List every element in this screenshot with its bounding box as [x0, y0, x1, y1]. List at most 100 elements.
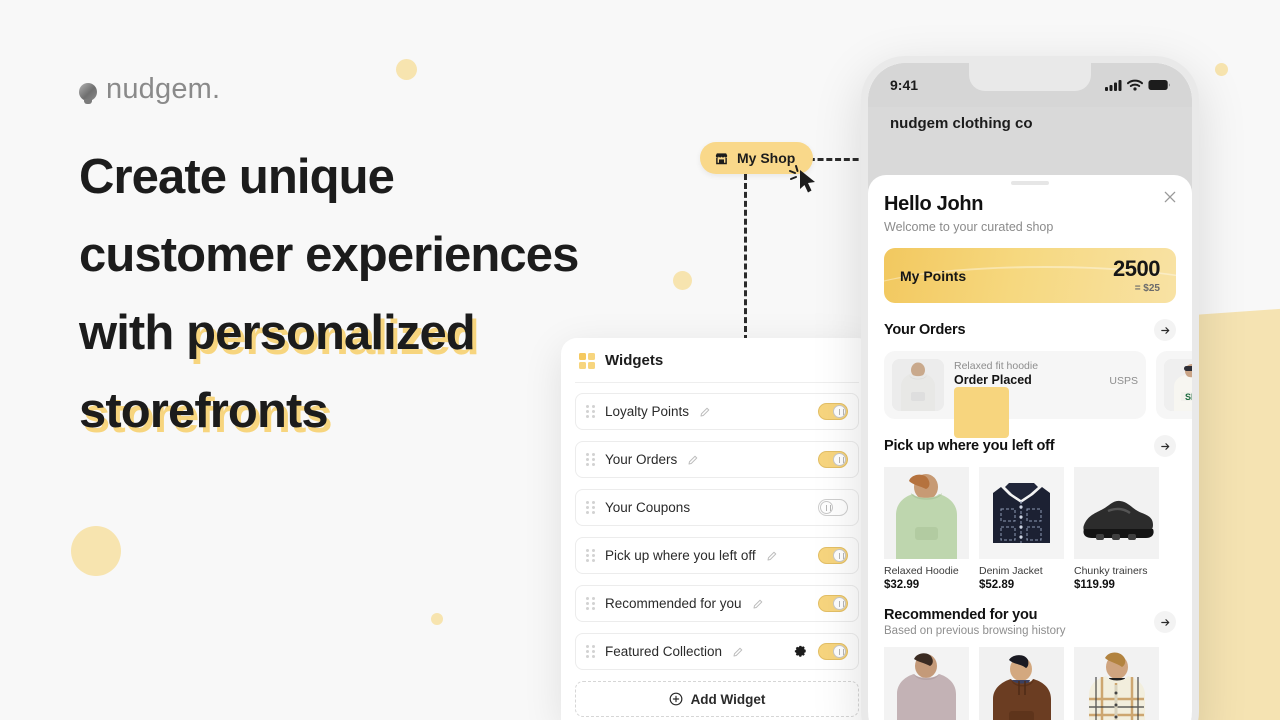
product-thumbnail	[1074, 467, 1159, 559]
order-status: Order Placed	[954, 373, 1032, 387]
edit-pencil-icon[interactable]	[699, 406, 711, 418]
product-name: Relaxed Hoodie	[884, 565, 959, 577]
battery-icon	[1148, 79, 1170, 91]
arrow-right-icon	[1160, 618, 1169, 626]
drag-handle-icon[interactable]	[586, 549, 595, 562]
widgets-panel-header: Widgets	[561, 338, 873, 382]
store-icon	[715, 152, 728, 164]
decorative-dot	[396, 59, 417, 80]
greeting: Hello John	[884, 193, 984, 215]
add-widget-button[interactable]: Add Widget	[575, 681, 859, 717]
product-card[interactable]: Denim Hoodie$62.99	[979, 647, 1064, 720]
order-thumbnail	[892, 359, 944, 411]
edit-pencil-icon[interactable]	[766, 550, 778, 562]
headline-line-2: customer experiences	[79, 228, 579, 282]
greeting-subtitle: Welcome to your curated shop	[884, 220, 1054, 234]
nudgem-orb-icon	[79, 82, 97, 104]
arrow-right-icon	[1160, 326, 1169, 334]
status-bar-time: 9:41	[890, 77, 919, 93]
product-thumbnail	[884, 647, 969, 720]
status-bar: 9:41	[868, 63, 1192, 107]
svg-text:SP: SP	[1185, 392, 1192, 402]
edit-pencil-icon[interactable]	[687, 454, 699, 466]
my-shop-label: My Shop	[737, 150, 796, 166]
headline-highlight-personalized: personalized	[186, 306, 476, 360]
product-image: SP	[1164, 359, 1192, 411]
phone-notch	[969, 63, 1091, 91]
product-card[interactable]: Denim Jacket $52.89	[979, 467, 1064, 591]
plus-circle-icon	[669, 692, 682, 706]
click-cursor-icon	[789, 165, 815, 193]
close-icon[interactable]	[1162, 189, 1178, 205]
product-thumbnail	[979, 467, 1064, 559]
widgets-panel-title: Widgets	[605, 352, 664, 369]
product-card[interactable]: Relaxed Overshirt$89.99	[1074, 647, 1159, 720]
recommended-arrow-button[interactable]	[1154, 611, 1176, 633]
grid-icon	[579, 352, 595, 369]
recommended-product-list: Relaxed Hoodie$42.99Denim Hoodie$62.99Re…	[884, 647, 1176, 720]
orders-arrow-button[interactable]	[1154, 319, 1176, 341]
order-card[interactable]: SP	[1156, 351, 1192, 419]
recommended-title: Recommended for you	[884, 607, 1038, 623]
phone-mockup: 9:41 nudgem clothing co Hello John Welco…	[861, 56, 1199, 720]
decorative-dot	[71, 526, 121, 576]
sheet-grabber[interactable]	[1011, 181, 1049, 185]
drag-handle-icon[interactable]	[586, 405, 595, 418]
widget-label: Your Coupons	[605, 500, 691, 515]
widget-toggle[interactable]	[818, 547, 848, 564]
add-widget-label: Add Widget	[690, 691, 766, 707]
points-equivalent: = $25	[1134, 282, 1160, 294]
recommended-subtitle: Based on previous browsing history	[884, 625, 1066, 637]
widget-toggle[interactable]	[818, 451, 848, 468]
product-thumbnail	[1074, 647, 1159, 720]
headline-line-3-plain: with	[79, 306, 187, 360]
edit-pencil-icon[interactable]	[752, 598, 764, 610]
product-card[interactable]: Relaxed Hoodie$42.99	[884, 647, 969, 720]
widget-toggle[interactable]	[818, 643, 848, 660]
widget-row[interactable]: Featured Collection	[575, 633, 859, 670]
widget-label: Pick up where you left off	[605, 548, 756, 563]
product-price: $32.99	[884, 579, 920, 591]
order-progress-bar	[954, 387, 1138, 438]
brand-logo: nudgem.	[79, 73, 220, 106]
widget-row[interactable]: Loyalty Points	[575, 393, 859, 430]
product-card[interactable]: Chunky trainers $119.99	[1074, 467, 1159, 591]
decorative-dot	[431, 613, 443, 625]
widget-toggle[interactable]	[818, 403, 848, 420]
product-image	[884, 647, 969, 720]
product-thumbnail	[979, 647, 1064, 720]
pickup-product-list: Relaxed Hoodie $32.99 Denim Jacket $52.89 Ch…	[884, 467, 1176, 591]
pickup-title: Pick up where you left off	[884, 438, 1055, 454]
edit-pencil-icon[interactable]	[732, 646, 744, 658]
widget-row[interactable]: Your Orders	[575, 441, 859, 478]
orders-section-header: Your Orders	[884, 319, 1176, 341]
drag-handle-icon[interactable]	[586, 453, 595, 466]
cellular-icon	[1105, 80, 1122, 91]
headline-highlight-storefronts: storefronts	[79, 384, 329, 438]
points-card[interactable]: My Points 2500 = $25	[884, 248, 1176, 303]
points-value: 2500	[1113, 255, 1160, 281]
widget-row[interactable]: Your Coupons	[575, 489, 859, 526]
drag-handle-icon[interactable]	[586, 501, 595, 514]
order-thumbnail: SP	[1164, 359, 1192, 411]
gear-icon[interactable]	[794, 645, 808, 659]
product-image	[979, 467, 1064, 559]
drag-handle-icon[interactable]	[586, 597, 595, 610]
product-image	[1074, 467, 1159, 559]
decorative-dot	[1215, 63, 1228, 76]
orders-title: Your Orders	[884, 322, 966, 338]
product-card[interactable]: Relaxed Hoodie $32.99	[884, 467, 969, 591]
widget-label: Your Orders	[605, 452, 678, 467]
widget-toggle[interactable]	[818, 499, 848, 516]
widget-row[interactable]: Recommended for you	[575, 585, 859, 622]
widget-row[interactable]: Pick up where you left off	[575, 537, 859, 574]
widgets-panel: Widgets Loyalty Points Your Orders Your Co…	[561, 338, 873, 720]
product-image	[892, 359, 944, 411]
drag-handle-icon[interactable]	[586, 645, 595, 658]
product-image	[884, 467, 969, 559]
widget-toggle[interactable]	[818, 595, 848, 612]
hero-marketing-screenshot: nudgem. Create unique customer experienc…	[0, 0, 1280, 720]
order-card[interactable]: Relaxed fit hoodie Order Placed USPS	[884, 351, 1146, 438]
pickup-arrow-button[interactable]	[1154, 435, 1176, 457]
widget-list: Loyalty Points Your Orders Your Coupons Pic…	[561, 383, 873, 670]
